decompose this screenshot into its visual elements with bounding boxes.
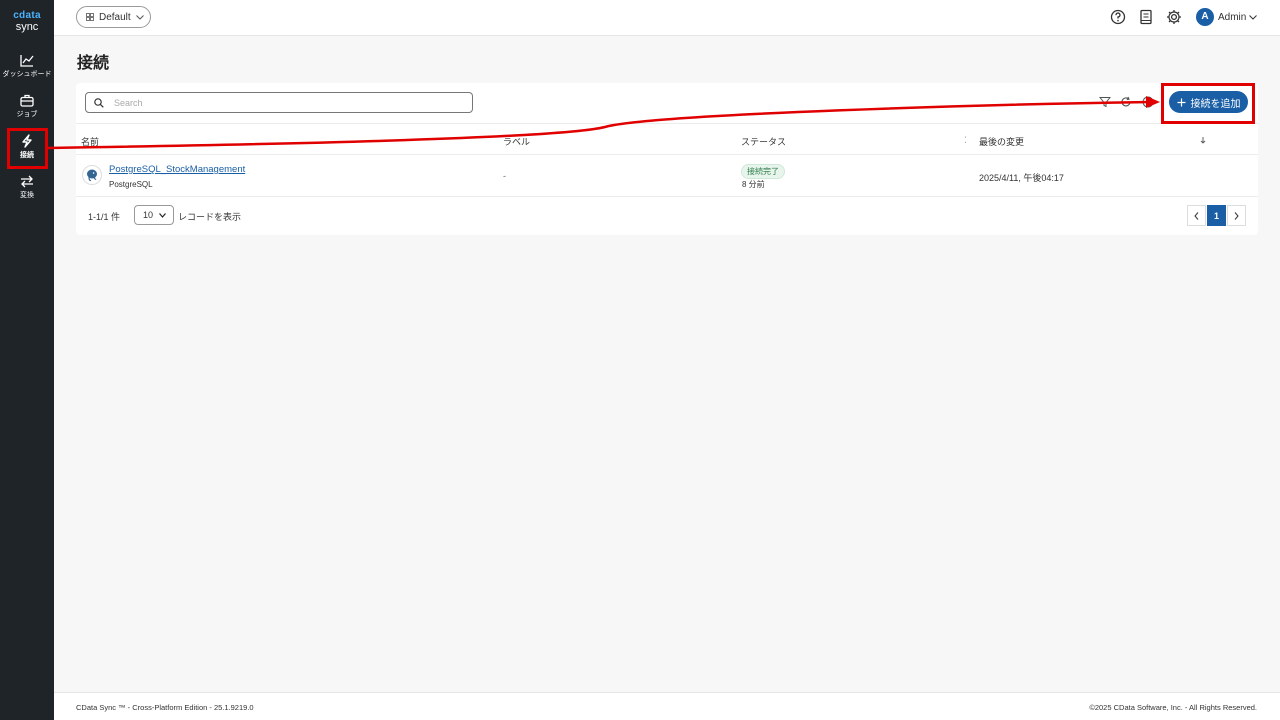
last-modified: 2025/4/11, 午後04:17 — [979, 173, 1064, 183]
workspace-selector[interactable]: Default — [76, 6, 151, 28]
connection-type: PostgreSQL — [109, 180, 153, 189]
sidebar-item-jobs[interactable]: ジョブ — [0, 94, 54, 132]
sidebar-item-label: 変換 — [20, 192, 34, 199]
help-icon[interactable] — [1110, 9, 1126, 25]
page-size-value: 10 — [143, 210, 154, 220]
app-logo[interactable]: cdata sync — [0, 10, 54, 34]
connections-card: 接続を追加 名前 ラベル ステータス ⁚ 最後の変更 PostgreSQL_St… — [76, 83, 1258, 235]
table-header: 名前 ラベル ステータス ⁚ 最後の変更 — [76, 123, 1258, 155]
page-button-current[interactable]: 1 — [1207, 205, 1226, 226]
refresh-icon[interactable] — [1120, 96, 1132, 108]
connection-label: - — [503, 171, 506, 181]
pagination-bar: 1-1/1 件 10 レコードを表示 1 — [76, 197, 1258, 235]
briefcase-icon — [20, 94, 34, 107]
postgresql-icon — [82, 165, 102, 185]
add-connection-button[interactable]: 接続を追加 — [1169, 91, 1248, 113]
chart-line-icon — [20, 55, 34, 67]
sidebar: cdata sync ダッシュボード ジョブ 接続 変換 — [0, 0, 54, 720]
search-input[interactable] — [114, 95, 464, 111]
app-footer: CData Sync ™ - Cross-Platform Edition - … — [54, 692, 1280, 720]
table-row[interactable]: PostgreSQL_StockManagement PostgreSQL - … — [76, 155, 1258, 197]
chevron-down-icon — [135, 14, 144, 20]
sidebar-item-connections[interactable]: 接続 — [0, 134, 54, 172]
page-size-select[interactable]: 10 — [134, 205, 174, 225]
column-divider[interactable]: ⁚ — [964, 135, 967, 146]
column-header-status[interactable]: ステータス — [741, 135, 786, 148]
logo-product: sync — [15, 21, 39, 33]
filter-icon[interactable] — [1099, 96, 1111, 108]
sort-icon[interactable] — [1200, 136, 1206, 144]
column-header-label[interactable]: ラベル — [503, 135, 530, 148]
top-bar: Default A Admin — [54, 0, 1280, 36]
logo-brand: cdata — [13, 10, 41, 21]
sidebar-item-dashboard[interactable]: ダッシュボード — [0, 54, 54, 92]
lightning-icon — [22, 134, 32, 148]
status-badge: 接続完了 — [741, 164, 785, 179]
plus-icon — [1177, 98, 1185, 106]
avatar[interactable]: A — [1196, 8, 1214, 26]
next-page-button[interactable] — [1227, 205, 1246, 226]
workspace-label: Default — [99, 11, 131, 23]
page-title: 接続 — [77, 55, 110, 72]
book-icon[interactable] — [1138, 9, 1154, 25]
copyright-text: ©2025 CData Software, Inc. - All Rights … — [1089, 703, 1257, 712]
sidebar-item-label: 接続 — [20, 152, 34, 159]
transfer-arrows-icon — [21, 175, 33, 188]
chevron-left-icon — [1194, 211, 1199, 220]
gear-icon[interactable] — [1166, 9, 1182, 25]
search-icon — [94, 98, 104, 108]
chevron-right-icon — [1234, 211, 1239, 220]
prev-page-button[interactable] — [1187, 205, 1206, 226]
status-time: 8 分前 — [742, 180, 765, 189]
sidebar-item-label: ジョブ — [16, 111, 38, 118]
connection-name-link[interactable]: PostgreSQL_StockManagement — [109, 164, 245, 175]
sidebar-item-transformations[interactable]: 変換 — [0, 175, 54, 213]
user-name: Admin — [1218, 11, 1247, 23]
grid-icon — [86, 13, 94, 21]
column-header-name[interactable]: 名前 — [81, 135, 99, 148]
sidebar-item-label: ダッシュボード — [2, 71, 52, 78]
chevron-down-icon — [1249, 14, 1258, 20]
help-icon[interactable] — [1142, 96, 1154, 108]
record-count: 1-1/1 件 — [88, 212, 121, 222]
column-header-modified[interactable]: 最後の変更 — [979, 135, 1024, 148]
search-box[interactable] — [85, 92, 473, 113]
add-connection-label: 接続を追加 — [1190, 98, 1241, 110]
chevron-down-icon — [159, 212, 166, 218]
user-menu[interactable]: Admin — [1218, 8, 1258, 26]
version-text: CData Sync ™ - Cross-Platform Edition - … — [76, 703, 254, 712]
per-page-label: レコードを表示 — [178, 212, 242, 222]
